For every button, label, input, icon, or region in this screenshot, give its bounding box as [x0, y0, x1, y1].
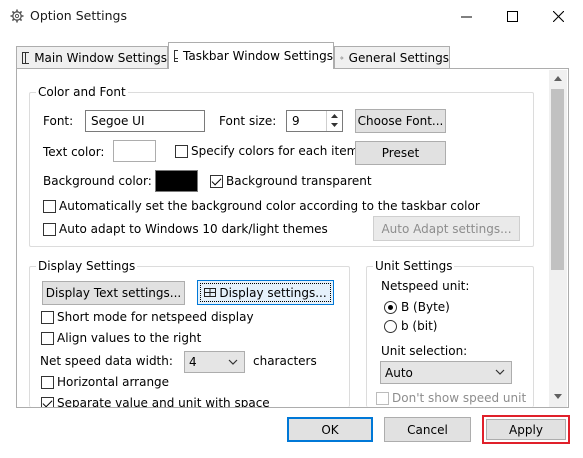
preset-button[interactable]: Preset	[355, 141, 446, 165]
clipped-row: Separate value and unit with space	[30, 394, 350, 407]
unit-selection-select[interactable]: Auto	[380, 361, 512, 384]
scroll-down-icon[interactable]	[554, 394, 562, 399]
cancel-label: Cancel	[407, 422, 448, 437]
display-text-settings-button[interactable]: Display Text settings...	[42, 281, 185, 305]
spin-up-icon[interactable]	[331, 114, 338, 118]
specify-colors-checkbox[interactable]	[175, 145, 188, 158]
text-color-swatch[interactable]	[113, 140, 156, 162]
data-width-select[interactable]: 4	[184, 351, 245, 373]
short-mode-checkbox[interactable]	[41, 311, 54, 324]
auto-background-checkbox[interactable]	[43, 200, 56, 213]
unit-selection-label: Unit selection:	[381, 344, 468, 358]
short-mode-label: Short mode for netspeed display	[57, 310, 254, 324]
bit-radio[interactable]	[384, 320, 397, 333]
chevron-down-icon	[495, 369, 505, 375]
background-transparent-label: Background transparent	[226, 174, 372, 188]
bit-label: b (bit)	[401, 319, 438, 333]
unit-settings-legend: Unit Settings	[373, 259, 455, 273]
horizontal-arrange-label: Horizontal arrange	[57, 375, 170, 389]
text-color-label: Text color:	[43, 145, 105, 159]
close-button[interactable]	[535, 0, 581, 32]
display-settings-legend: Display Settings	[36, 259, 138, 273]
dont-show-unit-checkbox[interactable]	[376, 392, 389, 405]
unit-selection-value: Auto	[385, 365, 413, 380]
font-name-field[interactable]: Segoe UI	[85, 110, 205, 132]
dont-show-unit-label: Don't show speed unit	[392, 391, 527, 405]
vertical-scrollbar[interactable]	[549, 70, 567, 407]
characters-label: characters	[253, 354, 317, 368]
font-size-label: Font size:	[219, 114, 277, 128]
netspeed-unit-label: Netspeed unit:	[381, 279, 470, 293]
auto-adapt-label: Auto adapt to Windows 10 dark/light them…	[59, 222, 328, 236]
specify-colors-label: Specify colors for each item	[191, 144, 359, 158]
separate-unit-label: Separate value and unit with space	[57, 396, 270, 407]
taskbar-icon	[174, 50, 179, 62]
auto-adapt-checkbox[interactable]	[43, 223, 56, 236]
minimize-icon	[460, 16, 472, 17]
tab-taskbar-window[interactable]: Taskbar Window Settings	[168, 42, 334, 69]
minimize-button[interactable]	[443, 0, 489, 32]
auto-adapt-settings-label: Auto Adapt settings...	[381, 221, 512, 236]
title-bar: Option Settings	[0, 0, 583, 32]
byte-radio[interactable]	[384, 301, 397, 314]
gear-icon	[340, 56, 344, 60]
horizontal-arrange-checkbox[interactable]	[41, 376, 54, 389]
chevron-down-icon	[228, 359, 238, 365]
apply-button[interactable]: Apply	[486, 419, 566, 440]
font-size-value: 9	[292, 114, 300, 128]
ok-label: OK	[321, 422, 339, 437]
data-width-label: Net speed data width:	[40, 354, 173, 368]
ok-button[interactable]: OK	[287, 417, 373, 442]
window-title: Option Settings	[30, 8, 127, 23]
choose-font-button[interactable]: Choose Font...	[355, 109, 446, 133]
spinner-buttons[interactable]	[326, 111, 342, 131]
separate-unit-checkbox[interactable]	[41, 397, 54, 407]
tab-main-window[interactable]: Main Window Settings	[16, 46, 168, 69]
scrollbar-thumb[interactable]	[551, 89, 564, 270]
close-icon	[552, 10, 564, 22]
align-right-label: Align values to the right	[57, 331, 202, 345]
auto-adapt-settings-button[interactable]: Auto Adapt settings...	[373, 216, 520, 241]
choose-font-label: Choose Font...	[357, 114, 444, 128]
font-label: Font:	[43, 114, 74, 128]
window-icon	[22, 52, 30, 64]
tab-label: Taskbar Window Settings	[183, 49, 333, 63]
display-text-settings-label: Display Text settings...	[45, 286, 182, 300]
spin-down-icon[interactable]	[331, 123, 338, 127]
display-settings-button[interactable]: Display settings...	[197, 280, 334, 305]
focus-ring	[200, 283, 331, 302]
cancel-button[interactable]: Cancel	[384, 417, 471, 442]
tab-general[interactable]: General Settings	[334, 46, 450, 69]
tab-label: General Settings	[348, 51, 449, 65]
maximize-icon	[506, 10, 518, 22]
background-color-swatch[interactable]	[155, 170, 198, 192]
auto-background-label: Automatically set the background color a…	[59, 199, 480, 213]
color-font-legend: Color and Font	[36, 85, 128, 99]
maximize-button[interactable]	[489, 0, 535, 32]
data-width-value: 4	[189, 355, 197, 369]
tab-label: Main Window Settings	[34, 51, 167, 65]
align-right-checkbox[interactable]	[41, 332, 54, 345]
font-size-spinner[interactable]: 9	[286, 110, 343, 132]
scroll-up-icon[interactable]	[554, 76, 562, 81]
apply-label: Apply	[509, 422, 543, 437]
background-transparent-checkbox[interactable]	[210, 175, 223, 188]
gear-icon	[10, 9, 24, 23]
preset-label: Preset	[381, 146, 420, 160]
background-color-label: Background color:	[43, 174, 152, 188]
font-name-value: Segoe UI	[91, 114, 145, 128]
byte-label: B (Byte)	[401, 300, 450, 314]
